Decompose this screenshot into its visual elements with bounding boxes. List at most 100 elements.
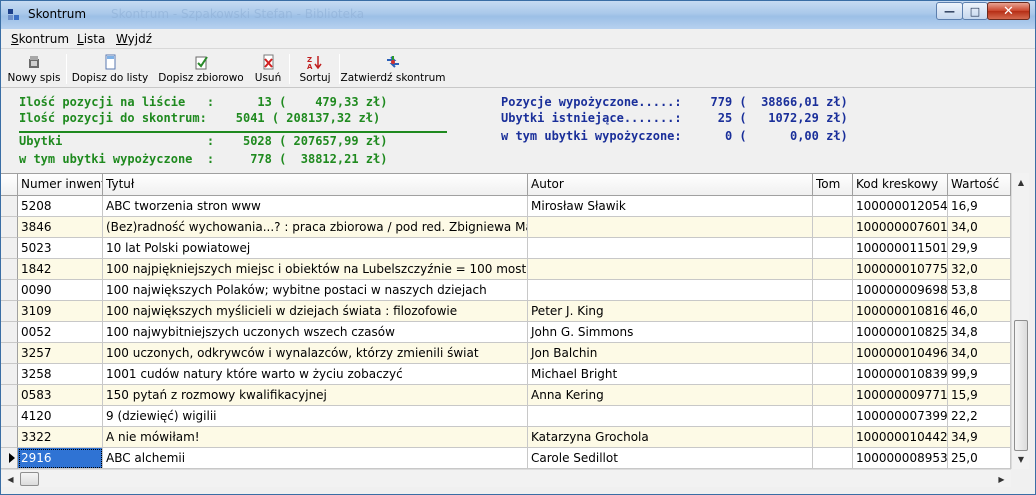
cell-value[interactable]: 34,8	[948, 322, 1011, 343]
row-indicator[interactable]	[1, 448, 18, 469]
cell-barcode[interactable]: 1000000073997	[853, 406, 948, 427]
table-row[interactable]: 3257 100 uczonych, odkrywców i wynalazców…	[1, 343, 1029, 364]
row-indicator[interactable]	[1, 280, 18, 301]
vertical-scroll-thumb[interactable]	[1014, 320, 1028, 451]
row-indicator[interactable]	[1, 343, 18, 364]
cell-volume[interactable]	[813, 343, 853, 364]
menu-skontrum[interactable]: Skontrum	[11, 32, 69, 46]
cell-inventory-number[interactable]: 0090	[18, 280, 103, 301]
cell-barcode[interactable]: 1000000108255	[853, 322, 948, 343]
table-row[interactable]: 5208 ABC tworzenia stron www Mirosław Sław…	[1, 196, 1029, 217]
row-indicator[interactable]	[1, 217, 18, 238]
table-row[interactable]: 3322 A nie mówiłam! Katarzyna Grochola 1000…	[1, 427, 1029, 448]
cell-title[interactable]: A nie mówiłam!	[103, 427, 528, 448]
column-header-author[interactable]: Autor	[528, 174, 813, 196]
cell-author[interactable]	[528, 259, 813, 280]
row-indicator[interactable]	[1, 301, 18, 322]
cell-author[interactable]: Mirosław Sławik	[528, 196, 813, 217]
cell-inventory-number[interactable]: 3322	[18, 427, 103, 448]
cell-title[interactable]: 100 najwybitniejszych uczonych wszech cz…	[103, 322, 528, 343]
cell-volume[interactable]	[813, 196, 853, 217]
add-to-list-button[interactable]: Dopisz do listy	[71, 52, 149, 86]
column-header-inventory-number[interactable]: Numer inwent	[18, 174, 103, 196]
inventory-grid[interactable]: Numer inwent Tytuł Autor Tom Kod kreskow…	[1, 173, 1029, 469]
cell-title[interactable]: 100 największych myślicieli w dziejach ś…	[103, 301, 528, 322]
cell-title[interactable]: 150 pytań z rozmowy kwalifikacyjnej	[103, 385, 528, 406]
cell-title[interactable]: 9 (dziewięć) wigilii	[103, 406, 528, 427]
cell-inventory-number[interactable]: 4120	[18, 406, 103, 427]
table-row[interactable]: 5023 10 lat Polski powiatowej 100000011501…	[1, 238, 1029, 259]
new-list-button[interactable]: Nowy spis	[5, 52, 63, 86]
minimize-button[interactable]: —	[936, 2, 963, 20]
cell-volume[interactable]	[813, 448, 853, 469]
cell-author[interactable]	[528, 280, 813, 301]
cell-author[interactable]: Carole Sedillot	[528, 448, 813, 469]
cell-title[interactable]: 100 największych Polaków; wybitne postac…	[103, 280, 528, 301]
cell-value[interactable]: 34,0	[948, 343, 1011, 364]
cell-barcode[interactable]: 1000000104967	[853, 343, 948, 364]
column-header-barcode[interactable]: Kod kreskowy	[853, 174, 948, 196]
cell-value[interactable]: 29,9	[948, 238, 1011, 259]
row-indicator[interactable]	[1, 406, 18, 427]
cell-volume[interactable]	[813, 427, 853, 448]
row-indicator[interactable]	[1, 385, 18, 406]
cell-value[interactable]: 34,0	[948, 217, 1011, 238]
table-row[interactable]: 2916 ABC alchemii Carole Sedillot 100000008…	[1, 448, 1029, 469]
cell-volume[interactable]	[813, 280, 853, 301]
cell-author[interactable]: John G. Simmons	[528, 322, 813, 343]
row-indicator[interactable]	[1, 238, 18, 259]
cell-title[interactable]: ABC alchemii	[103, 448, 528, 469]
cell-barcode[interactable]: 1000000108392	[853, 364, 948, 385]
close-button[interactable]: ✕	[987, 2, 1030, 20]
cell-barcode[interactable]: 1000000096989	[853, 280, 948, 301]
menu-lista[interactable]: Lista	[77, 32, 105, 46]
cell-author[interactable]: Peter J. King	[528, 301, 813, 322]
table-row[interactable]: 1842 100 najpiękniejszych miejsc i obiekt…	[1, 259, 1029, 280]
scroll-right-icon[interactable]: ▶	[993, 471, 1010, 487]
cell-volume[interactable]	[813, 238, 853, 259]
cell-barcode[interactable]: 1000000108163	[853, 301, 948, 322]
column-header-volume[interactable]: Tom	[813, 174, 853, 196]
cell-author[interactable]: Jon Balchin	[528, 343, 813, 364]
cell-barcode[interactable]: 1000000097719	[853, 385, 948, 406]
cell-author[interactable]	[528, 406, 813, 427]
scroll-up-icon[interactable]: ▲	[1013, 174, 1029, 191]
cell-inventory-number[interactable]: 2916	[18, 448, 103, 469]
cell-barcode[interactable]: 1000000107753	[853, 259, 948, 280]
cell-value[interactable]: 53,8	[948, 280, 1011, 301]
title-bar[interactable]: Skontrum Skontrum - Szpakowski Stefan - …	[1, 1, 1035, 29]
table-row[interactable]: 0090 100 największych Polaków; wybitne po…	[1, 280, 1029, 301]
cell-title[interactable]: 1001 cudów natury które warto w życiu zo…	[103, 364, 528, 385]
cell-volume[interactable]	[813, 406, 853, 427]
cell-volume[interactable]	[813, 322, 853, 343]
cell-inventory-number[interactable]: 3846	[18, 217, 103, 238]
cell-barcode[interactable]: 1000000115017	[853, 238, 948, 259]
sort-button[interactable]: ZA Sortuj	[295, 52, 335, 86]
cell-value[interactable]: 15,9	[948, 385, 1011, 406]
cell-title[interactable]: 100 najpiękniejszych miejsc i obiektów n…	[103, 259, 528, 280]
cell-inventory-number[interactable]: 0052	[18, 322, 103, 343]
cell-inventory-number[interactable]: 0583	[18, 385, 103, 406]
table-row[interactable]: 3109 100 największych myślicieli w dzieja…	[1, 301, 1029, 322]
row-indicator[interactable]	[1, 259, 18, 280]
cell-value[interactable]: 46,0	[948, 301, 1011, 322]
cell-volume[interactable]	[813, 385, 853, 406]
add-bulk-button[interactable]: Dopisz zbiorowo	[158, 52, 244, 86]
row-indicator[interactable]	[1, 196, 18, 217]
cell-author[interactable]	[528, 217, 813, 238]
scroll-down-icon[interactable]: ▼	[1013, 451, 1029, 468]
table-row[interactable]: 0583 150 pytań z rozmowy kwalifikacyjnej A…	[1, 385, 1029, 406]
cell-author[interactable]: Michael Bright	[528, 364, 813, 385]
cell-volume[interactable]	[813, 364, 853, 385]
cell-value[interactable]: 32,0	[948, 259, 1011, 280]
cell-inventory-number[interactable]: 1842	[18, 259, 103, 280]
row-indicator[interactable]	[1, 322, 18, 343]
table-row[interactable]: 0052 100 najwybitniejszych uczonych wszec…	[1, 322, 1029, 343]
table-row[interactable]: 3846 (Bez)radność wychowania...? : praca …	[1, 217, 1029, 238]
cell-volume[interactable]	[813, 301, 853, 322]
cell-volume[interactable]	[813, 217, 853, 238]
cell-author[interactable]: Anna Kering	[528, 385, 813, 406]
column-header-title[interactable]: Tytuł	[103, 174, 528, 196]
cell-value[interactable]: 16,9	[948, 196, 1011, 217]
table-row[interactable]: 3258 1001 cudów natury które warto w życi…	[1, 364, 1029, 385]
